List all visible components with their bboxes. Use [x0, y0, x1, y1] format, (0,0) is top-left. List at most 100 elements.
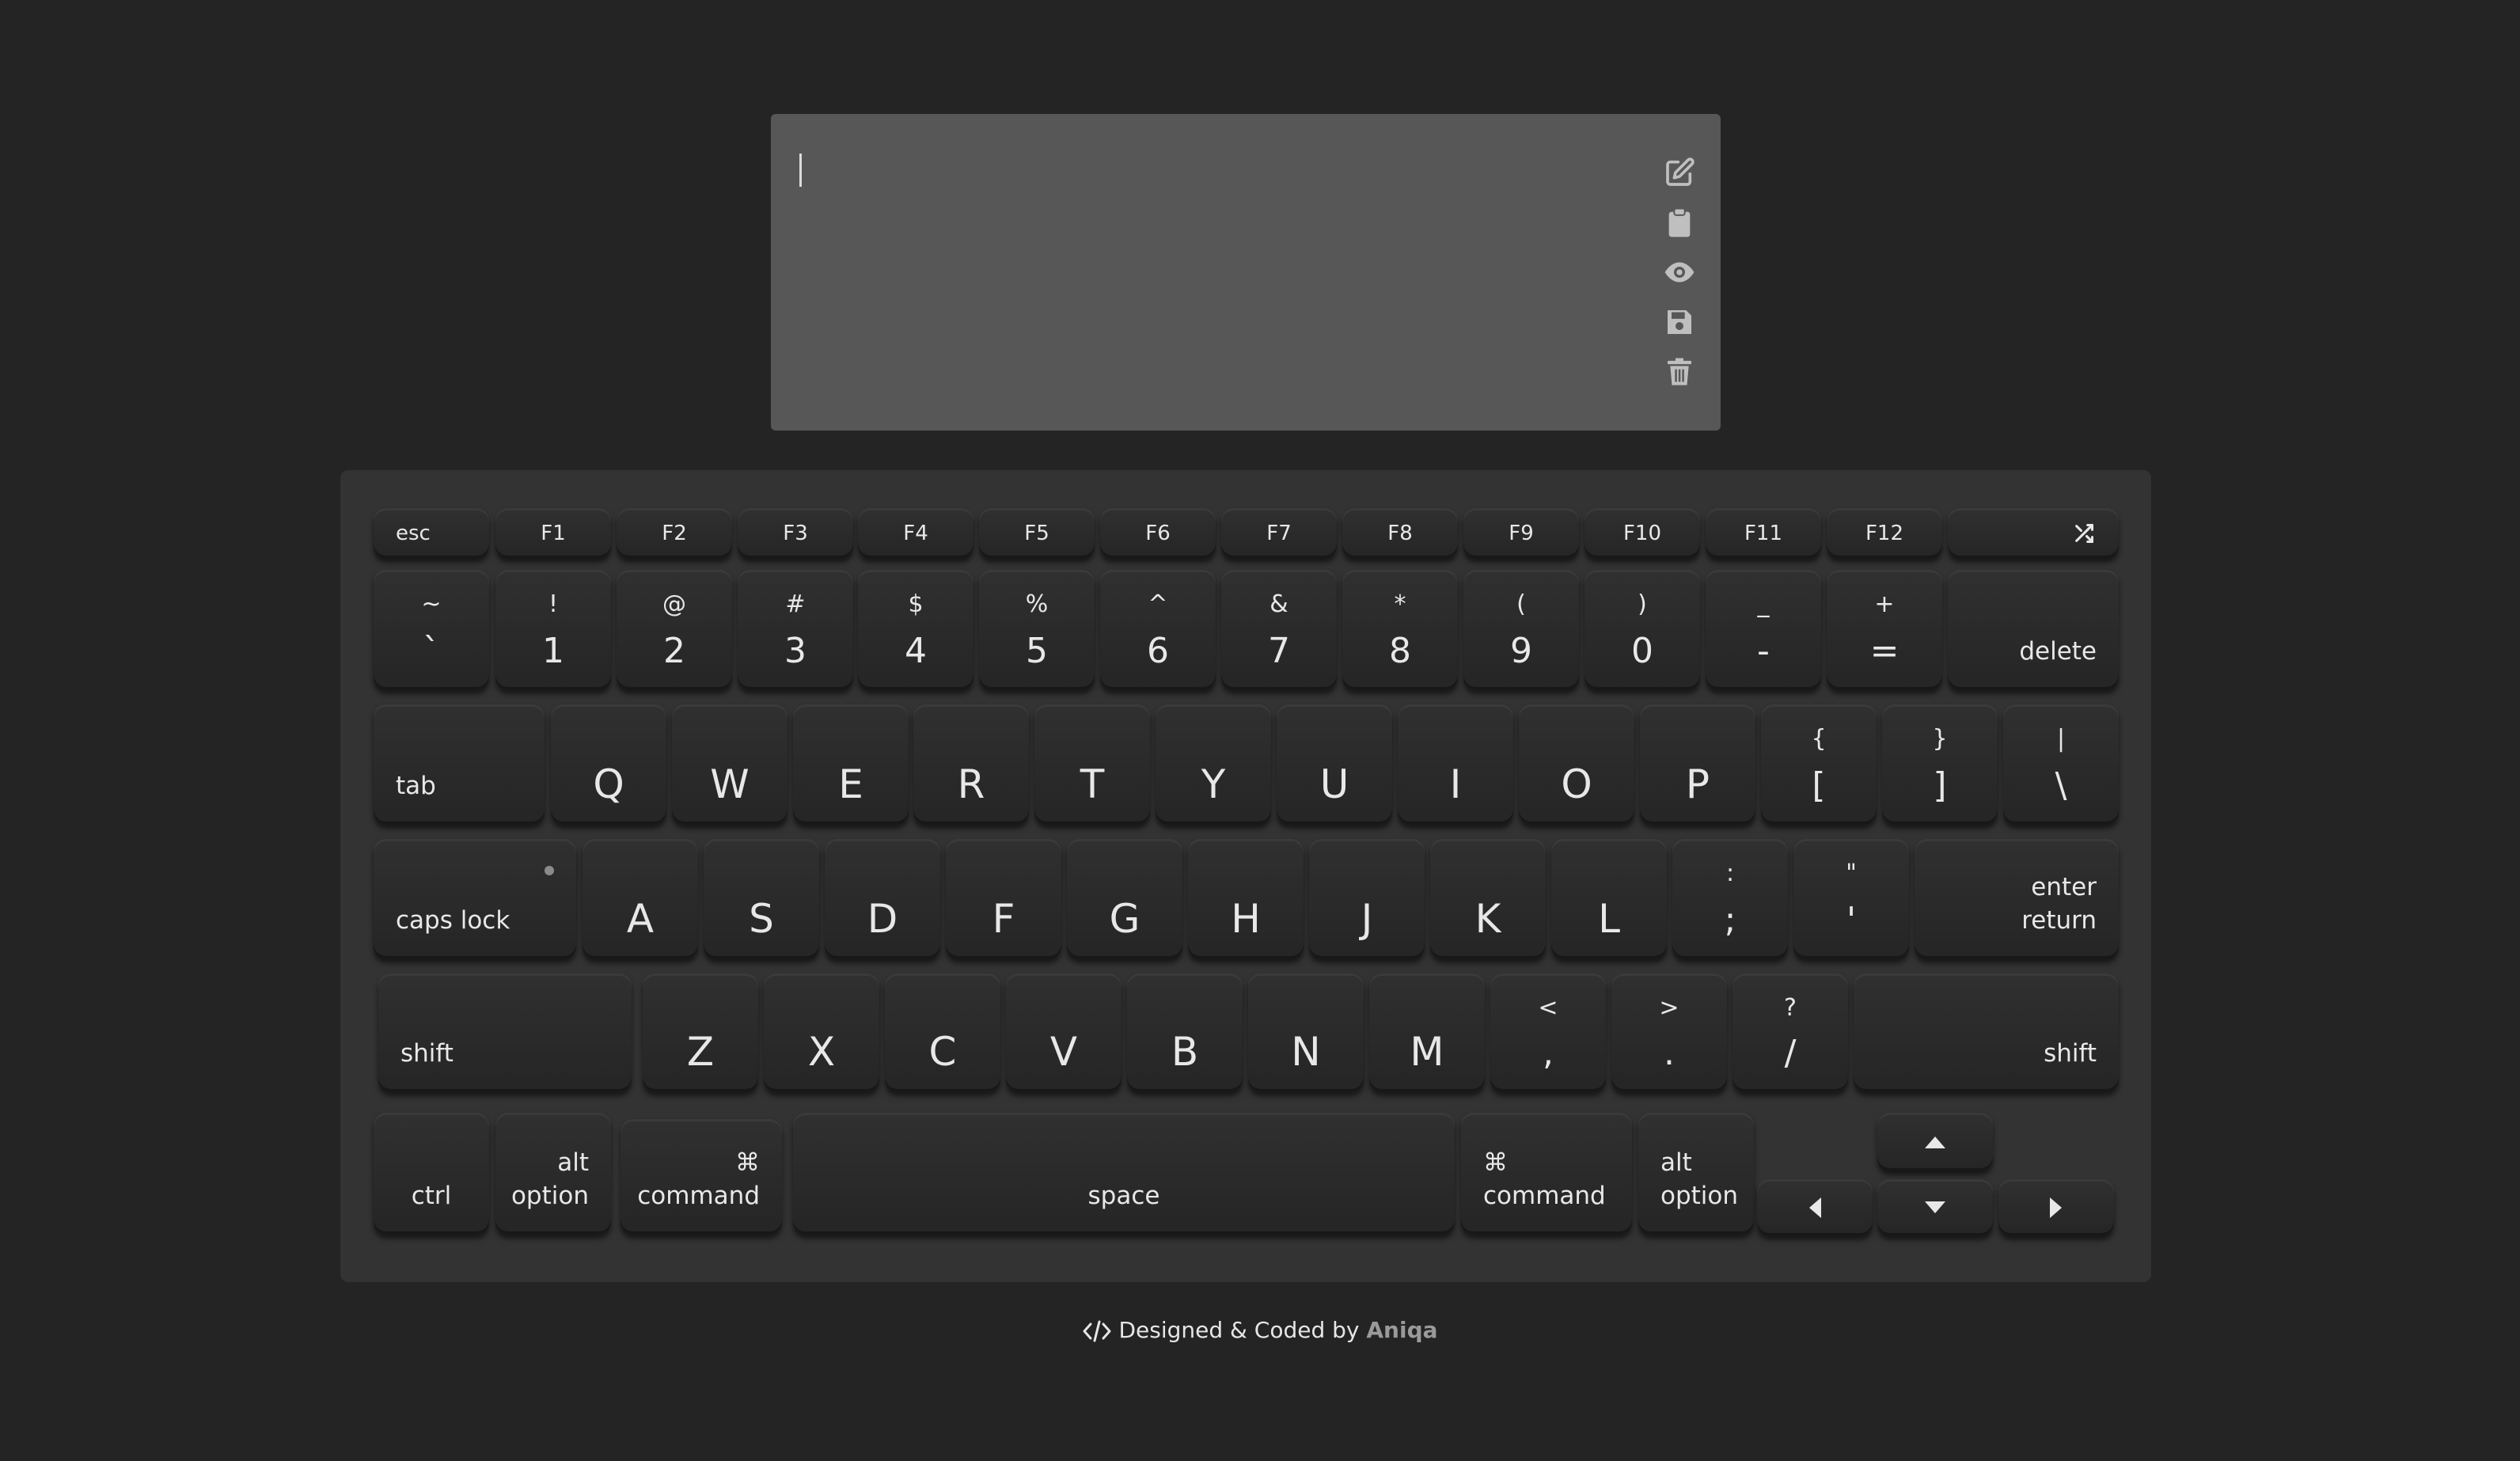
key-right-command[interactable]: ⌘ command [1461, 1113, 1632, 1235]
delete-button[interactable] [1660, 353, 1698, 391]
key-p[interactable]: P [1640, 704, 1755, 825]
key-5[interactable]: % 5 [979, 570, 1095, 690]
key-3[interactable]: #3 [738, 570, 853, 690]
key-g[interactable]: G [1067, 839, 1182, 959]
key-left-command[interactable]: ⌘ command [621, 1119, 782, 1235]
key-f12[interactable]: F12 [1827, 508, 1942, 559]
key-0[interactable]: ) 0 [1584, 570, 1700, 690]
author-link[interactable]: Aniqa [1366, 1317, 1437, 1343]
virtual-keyboard: esc F1 F2 F3 F4 F5 F6 F7 F8 F9 F10 F11 F… [340, 470, 2151, 1282]
key-shuffle[interactable] [1948, 508, 2119, 559]
edit-button[interactable] [1660, 154, 1698, 192]
key-f6[interactable]: F6 [1100, 508, 1216, 559]
key-6[interactable]: ^ 6 [1100, 570, 1216, 690]
key-f10[interactable]: F10 [1584, 508, 1700, 559]
key-arrow-right[interactable] [1998, 1179, 2114, 1236]
save-button[interactable] [1660, 303, 1698, 341]
caret-up-icon [1925, 1137, 1945, 1148]
caret-right-icon [2050, 1197, 2062, 1218]
key-arrow-up[interactable] [1877, 1113, 1993, 1171]
key-f[interactable]: F [946, 839, 1061, 959]
key-delete[interactable]: delete [1948, 570, 2119, 690]
key-ctrl[interactable]: ctrl [374, 1113, 489, 1235]
key-comma[interactable]: <, [1490, 973, 1606, 1092]
footer-text: Designed & Coded by [1118, 1317, 1360, 1343]
key-e[interactable]: E [793, 704, 909, 825]
edit-icon [1666, 157, 1695, 186]
key-2[interactable]: @2 [617, 570, 732, 690]
key-f3[interactable]: F3 [738, 508, 853, 559]
key-i[interactable]: I [1398, 704, 1513, 825]
key-s[interactable]: S [704, 839, 819, 959]
key-f1[interactable]: F1 [495, 508, 611, 559]
save-icon [1668, 310, 1691, 334]
key-k[interactable]: K [1430, 839, 1546, 959]
key-arrow-left[interactable] [1757, 1179, 1873, 1236]
code-icon [1083, 1320, 1111, 1342]
key-caps-lock[interactable]: caps lock [374, 839, 576, 959]
key-x[interactable]: X [764, 973, 879, 1092]
key-slash[interactable]: ? / [1732, 973, 1848, 1092]
key-right-option[interactable]: alt option [1638, 1113, 1754, 1235]
key-t[interactable]: T [1034, 704, 1150, 825]
key-right-bracket[interactable]: }] [1882, 704, 1998, 825]
key-v[interactable]: V [1006, 973, 1121, 1092]
key-tab[interactable]: tab [374, 704, 545, 825]
key-j[interactable]: J [1309, 839, 1425, 959]
copy-button[interactable] [1660, 203, 1698, 241]
key-f9[interactable]: F9 [1463, 508, 1579, 559]
clipboard-icon [1668, 207, 1691, 237]
key-enter[interactable]: enter return [1915, 839, 2119, 959]
key-right-shift[interactable]: shift [1854, 973, 2119, 1092]
trash-icon [1668, 358, 1691, 385]
key-f2[interactable]: F2 [617, 508, 732, 559]
key-l[interactable]: L [1551, 839, 1667, 959]
key-o[interactable]: O [1519, 704, 1634, 825]
key-w[interactable]: W [672, 704, 788, 825]
key-f5[interactable]: F5 [979, 508, 1095, 559]
shuffle-icon [2075, 523, 2094, 544]
key-y[interactable]: Y [1156, 704, 1271, 825]
key-m[interactable]: M [1369, 973, 1485, 1092]
key-q[interactable]: Q [551, 704, 666, 825]
key-left-bracket[interactable]: {[ [1761, 704, 1877, 825]
key-a[interactable]: A [583, 839, 698, 959]
caps-lock-indicator [545, 866, 554, 875]
preview-button[interactable] [1660, 253, 1698, 291]
key-minus[interactable]: _ - [1706, 570, 1821, 690]
key-r[interactable]: R [913, 704, 1029, 825]
key-8[interactable]: * 8 [1342, 570, 1458, 690]
key-equals[interactable]: + = [1827, 570, 1942, 690]
key-c[interactable]: C [885, 973, 1000, 1092]
caret-down-icon [1925, 1201, 1945, 1213]
footer-credit: Designed & Coded by Aniqa [0, 1317, 2520, 1343]
key-1[interactable]: ! 1 [495, 570, 611, 690]
key-left-shift[interactable]: shift [378, 973, 632, 1092]
key-backtick[interactable]: ~ ` [374, 570, 489, 690]
editor-toolbar [1660, 154, 1698, 403]
key-b[interactable]: B [1127, 973, 1243, 1092]
key-d[interactable]: D [825, 839, 940, 959]
key-f7[interactable]: F7 [1221, 508, 1337, 559]
text-cursor [799, 154, 802, 187]
key-esc[interactable]: esc [374, 508, 489, 559]
eye-icon [1664, 262, 1695, 283]
key-semicolon[interactable]: :; [1672, 839, 1788, 959]
text-editor[interactable] [771, 114, 1721, 431]
key-h[interactable]: H [1188, 839, 1304, 959]
key-f8[interactable]: F8 [1342, 508, 1458, 559]
key-7[interactable]: & 7 [1221, 570, 1337, 690]
key-left-option[interactable]: alt option [495, 1113, 611, 1235]
key-9[interactable]: (9 [1463, 570, 1579, 690]
key-quote[interactable]: " ' [1793, 839, 1909, 959]
key-period[interactable]: >. [1611, 973, 1727, 1092]
key-n[interactable]: N [1248, 973, 1364, 1092]
key-4[interactable]: $4 [858, 570, 973, 690]
key-space[interactable]: space [793, 1113, 1455, 1235]
key-f4[interactable]: F4 [858, 508, 973, 559]
key-u[interactable]: U [1277, 704, 1392, 825]
key-arrow-down[interactable] [1877, 1179, 1993, 1236]
key-backslash[interactable]: | \ [2003, 704, 2119, 825]
key-f11[interactable]: F11 [1706, 508, 1821, 559]
key-z[interactable]: Z [643, 973, 758, 1092]
